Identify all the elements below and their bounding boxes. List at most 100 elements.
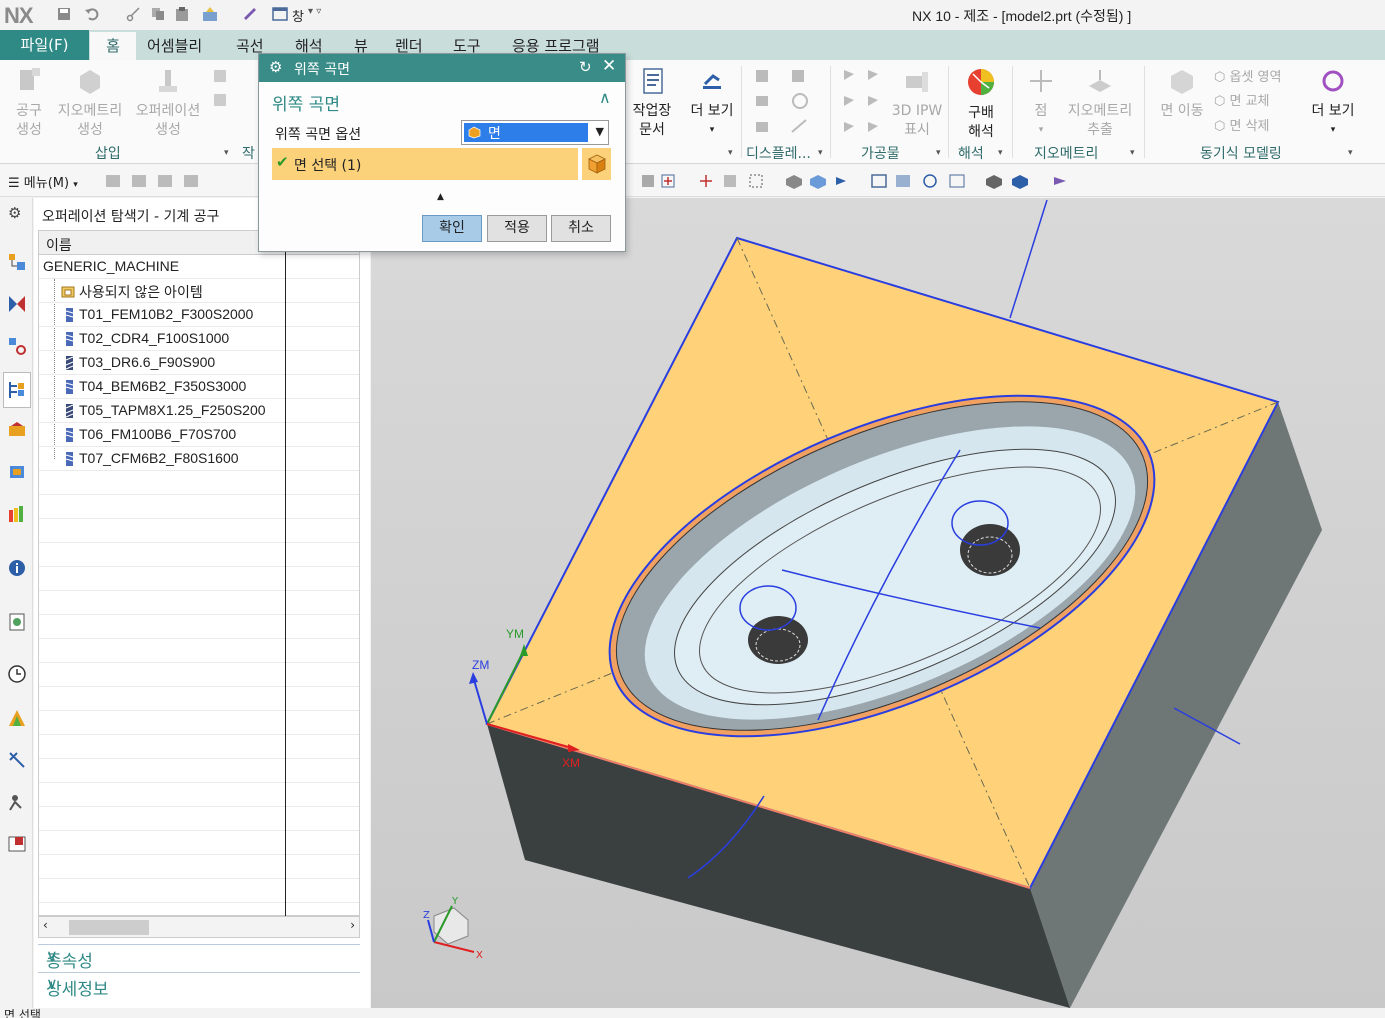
draft-analysis-button[interactable]: 구배 해석 [956,66,1006,142]
tab-home[interactable]: 홈 [90,32,136,60]
group-display[interactable]: 디스플레... [746,143,811,163]
window-menu-label[interactable]: 창 [292,6,304,25]
chevron-down-icon[interactable]: ∨ [46,974,352,993]
save-icon[interactable] [56,6,72,22]
operation-navigator-tab[interactable] [3,372,31,408]
display-tools-icons[interactable] [754,66,824,138]
info-icon[interactable] [7,558,27,578]
tab-assembly[interactable]: 어셈블리 [147,35,202,56]
point-button[interactable]: 점 ▾ [1022,66,1060,140]
dialog-title-bar[interactable]: ⚙ 위쪽 곡면 ↻ ✕ [259,54,625,82]
reset-icon[interactable]: ↻ [579,58,592,76]
group-analysis[interactable]: 해석 [958,143,984,163]
workshop-doc-button[interactable]: 작업장 문서 [628,66,676,140]
paste-icon[interactable] [174,6,190,22]
navigator-tree[interactable]: 이름 GENERIC_MACHINE 사용되지 않은 아이템 T01_FEM10… [38,230,360,917]
group-display-expand-icon[interactable]: ▾ [818,148,823,158]
expand-more-icon[interactable]: ▲ [437,192,444,202]
workpiece-tools-icons[interactable] [842,66,886,138]
create-geometry-button[interactable]: 지오메트리 생성 [52,66,128,140]
tree-root-row[interactable]: GENERIC_MACHINE [39,255,359,279]
group-analysis-expand-icon[interactable]: ▾ [998,148,1003,158]
dialog-gear-icon[interactable]: ⚙ [269,58,282,76]
more-button-2[interactable]: 더 보기 ▾ [1306,66,1360,140]
constraint-navigator-icon[interactable] [7,336,27,356]
threaded-hole[interactable] [748,616,808,664]
undo-icon[interactable] [84,6,100,22]
roles-icon[interactable] [7,750,27,770]
copy-icon[interactable] [150,6,166,22]
cancel-button[interactable]: 취소 [551,215,611,242]
scroll-left-icon[interactable]: ‹ [43,918,48,932]
menu-button[interactable]: ☰ 메뉴(M) ▾ [8,172,78,191]
settings-gear-icon[interactable]: ⚙ [8,204,21,222]
view-toolbar-icons[interactable] [640,171,1100,191]
replace-face-button[interactable]: ⬡ 면 교체 [1214,90,1270,109]
delete-face-button[interactable]: ⬡ 면 삭제 [1214,115,1270,134]
machining-feature-icon[interactable] [7,462,27,482]
top-surface-option-select[interactable]: 면 ▼ [461,120,609,145]
ribbon-tab-bar: 파일(F) 홈 어셈블리 곡선 해석 뷰 렌더 도구 응용 프로그램 [0,30,1385,60]
column-divider[interactable] [285,231,286,917]
view-triad[interactable]: X Y Z [423,896,483,961]
assembly-navigator-icon[interactable] [7,294,27,314]
group-geometry[interactable]: 지오메트리 [1034,143,1098,163]
group-insert[interactable]: 삽입 [95,143,121,163]
dialog-section-header[interactable]: 위쪽 곡면 [272,90,340,115]
horizontal-scrollbar[interactable]: ‹ › [38,916,360,938]
tree-row-tool[interactable]: T02_CDR4_F100S1000 [39,327,359,351]
snap-filter-icons[interactable] [104,171,204,191]
3d-ipw-button[interactable]: 3D IPW 표시 [890,66,944,140]
group-operations[interactable]: 작 [242,143,255,163]
details-pane-header[interactable]: 상세정보 ∨ [38,972,360,1000]
scrollbar-thumb[interactable] [69,920,149,935]
tree-row-tool[interactable]: T05_TAPM8X1.25_F250S200 [39,399,359,423]
part-navigator-icon[interactable] [7,252,27,272]
extract-geometry-button[interactable]: 지오메트리 추출 [1062,66,1138,140]
palette-icon[interactable] [7,834,27,854]
group-sync-expand-icon[interactable]: ▾ [1348,148,1353,158]
close-icon[interactable]: ✕ [602,56,616,76]
graphics-viewport[interactable]: YM ZM XM X Y Z [371,198,1385,1008]
web-browser-icon[interactable] [7,612,27,632]
insert-small-icons[interactable] [212,68,230,128]
simulation-icon[interactable] [7,792,27,812]
tab-file[interactable]: 파일(F) [0,30,89,60]
chevron-down-icon[interactable]: ∨ [46,946,352,965]
model-view[interactable]: YM ZM XM X Y Z [371,198,1385,1008]
chevron-down-icon[interactable]: ▼ [596,125,604,138]
brush-icon[interactable] [242,6,258,22]
window-icon[interactable] [272,6,288,22]
more-button-1[interactable]: 더 보기 ▾ [686,66,738,140]
command-finder-icon[interactable] [202,6,218,22]
move-face-button[interactable]: 면 이동 [1154,66,1210,121]
chevron-down-icon[interactable]: ▾ ▿ [308,6,321,17]
create-operation-button[interactable]: 오퍼레이션 생성 [130,66,206,140]
machine-tool-navigator-icon[interactable] [7,420,27,440]
create-tool-button[interactable]: 공구 생성 [10,66,48,140]
tree-row-tool[interactable]: T06_FM100B6_F70S700 [39,423,359,447]
select-face-row[interactable]: ✔ 면 선택 (1) [272,148,578,180]
group-expand-icon[interactable]: ▾ [728,148,733,158]
reuse-library-icon[interactable] [7,504,27,524]
tree-row-tool[interactable]: T03_DR6.6_F90S900 [39,351,359,375]
tree-row-tool[interactable]: T07_CFM6B2_F80S1600 [39,447,359,471]
select-face-button[interactable] [581,148,611,180]
group-geometry-expand-icon[interactable]: ▾ [1130,148,1135,158]
group-insert-expand-icon[interactable]: ▾ [224,148,229,158]
tree-row-tool[interactable]: T04_BEM6B2_F350S3000 [39,375,359,399]
offset-region-button[interactable]: ⬡ 옵셋 영역 [1214,66,1281,85]
group-synchronous-modeling[interactable]: 동기식 모델링 [1200,143,1282,163]
group-workpiece-expand-icon[interactable]: ▾ [936,148,941,158]
scroll-right-icon[interactable]: › [350,918,355,932]
history-clock-icon[interactable] [7,664,27,684]
ok-button[interactable]: 확인 [422,215,482,242]
dependencies-pane-header[interactable]: 종속성 ∨ [38,944,360,972]
tree-row-tool[interactable]: T01_FEM10B2_F300S2000 [39,303,359,327]
collapse-chevron-icon[interactable]: ∧ [599,88,611,107]
group-workpiece[interactable]: 가공물 [861,143,900,163]
cut-icon[interactable] [126,6,142,22]
apply-button[interactable]: 적용 [487,215,547,242]
system-materials-icon[interactable] [7,708,27,728]
tree-row-unused[interactable]: 사용되지 않은 아이템 [39,279,359,303]
